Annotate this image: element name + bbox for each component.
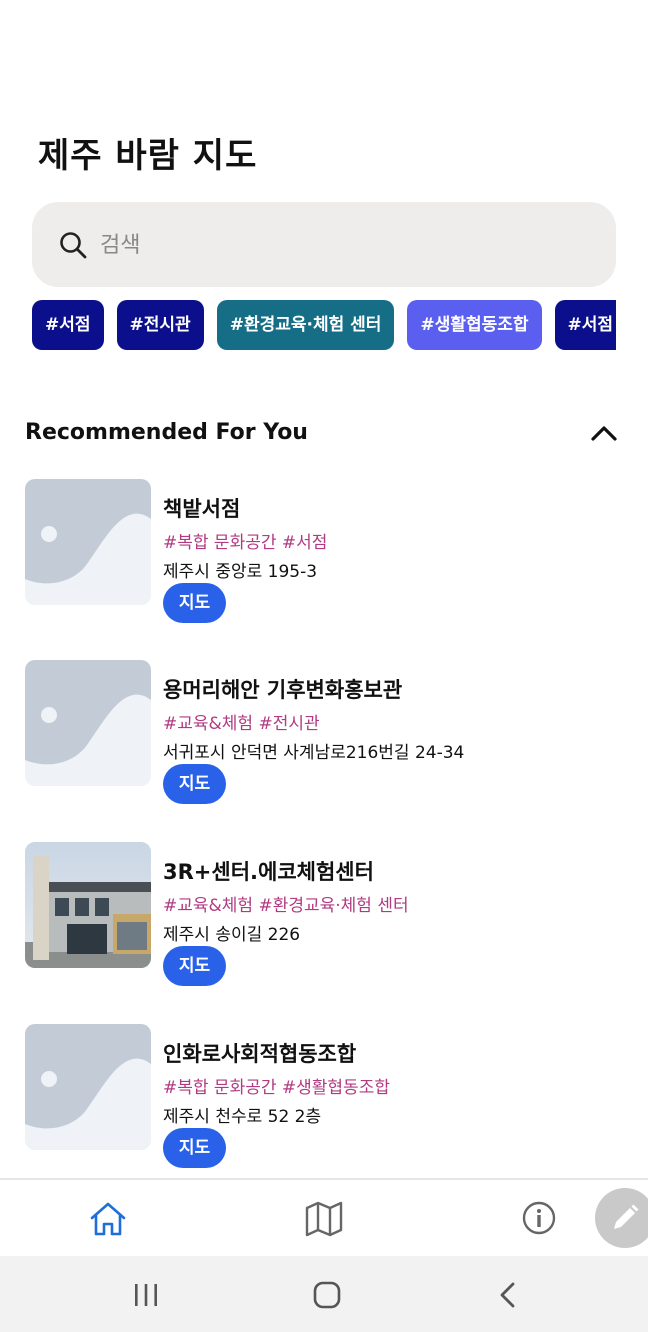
app-screen: 제주 바람 지도 #서점#전시관#환경교육·체험 센터#생활협동조합#서점 Re…	[0, 0, 648, 1332]
item-address: 제주시 천수로 52 2층	[163, 1107, 322, 1127]
chip-env-education[interactable]: #환경교육·체험 센터	[216, 300, 395, 350]
system-nav-bar	[0, 1256, 648, 1332]
item-name: 용머리해안 기후변화홍보관	[163, 678, 403, 702]
building-photo	[25, 842, 151, 968]
info-icon[interactable]	[521, 1200, 557, 1236]
item-tags: #복합 문화공간 #서점	[163, 533, 328, 553]
chevron-up-icon[interactable]	[588, 420, 620, 446]
map-button[interactable]: 지도	[163, 1128, 226, 1168]
category-chips: #서점 #전시관 #환경교육·체험 센터 #생활협동조합 #서점	[32, 300, 616, 350]
back-icon[interactable]	[496, 1280, 518, 1310]
item-address: 서귀포시 안덕면 사계남로216번길 24-34	[163, 743, 465, 763]
pencil-icon	[614, 1204, 639, 1229]
item-name: 3R+센터.에코체험센터	[163, 860, 374, 884]
item-name: 책밭서점	[163, 497, 241, 521]
list-item[interactable]: 책밭서점 #복합 문화공간 #서점 제주시 중앙로 195-3 지도	[25, 479, 625, 629]
item-tags: #교육&체험 #환경교육·체험 센터	[163, 896, 409, 916]
bottom-nav	[0, 1178, 648, 1256]
map-button[interactable]: 지도	[163, 946, 226, 986]
list-item[interactable]: 인화로사회적협동조합 #복합 문화공간 #생활협동조합 제주시 천수로 52 2…	[25, 1024, 625, 1174]
map-button[interactable]: 지도	[163, 583, 226, 623]
image-placeholder-icon	[25, 660, 151, 786]
item-name: 인화로사회적협동조합	[163, 1042, 357, 1066]
item-address: 제주시 중앙로 195-3	[163, 562, 318, 582]
list-item[interactable]: 3R+센터.에코체험센터 #교육&체험 #환경교육·체험 센터 제주시 송이길 …	[25, 842, 625, 992]
system-home-icon[interactable]	[312, 1280, 342, 1310]
item-tags: #복합 문화공간 #생활협동조합	[163, 1078, 390, 1098]
map-icon[interactable]	[304, 1200, 344, 1238]
list-item[interactable]: 용머리해안 기후변화홍보관 #교육&체험 #전시관 서귀포시 안덕면 사계남로2…	[25, 660, 625, 810]
chip-coop[interactable]: #생활협동조합	[407, 300, 542, 350]
chip-exhibition[interactable]: #전시관	[116, 300, 204, 350]
chip-bookstore-2[interactable]: #서점	[554, 300, 616, 350]
page-title: 제주 바람 지도	[38, 136, 258, 176]
chip-bookstore[interactable]: #서점	[32, 300, 104, 350]
recommended-title: Recommended For You	[25, 420, 308, 445]
home-icon[interactable]	[88, 1200, 128, 1238]
item-tags: #교육&체험 #전시관	[163, 714, 320, 734]
image-placeholder-icon	[25, 479, 151, 605]
map-button[interactable]: 지도	[163, 764, 226, 804]
search-icon[interactable]	[58, 230, 88, 260]
image-placeholder-icon	[25, 1024, 151, 1150]
search-input[interactable]	[100, 226, 560, 264]
recent-apps-icon[interactable]	[132, 1282, 160, 1308]
item-address: 제주시 송이길 226	[163, 925, 301, 945]
edit-fab-button[interactable]	[595, 1188, 648, 1248]
